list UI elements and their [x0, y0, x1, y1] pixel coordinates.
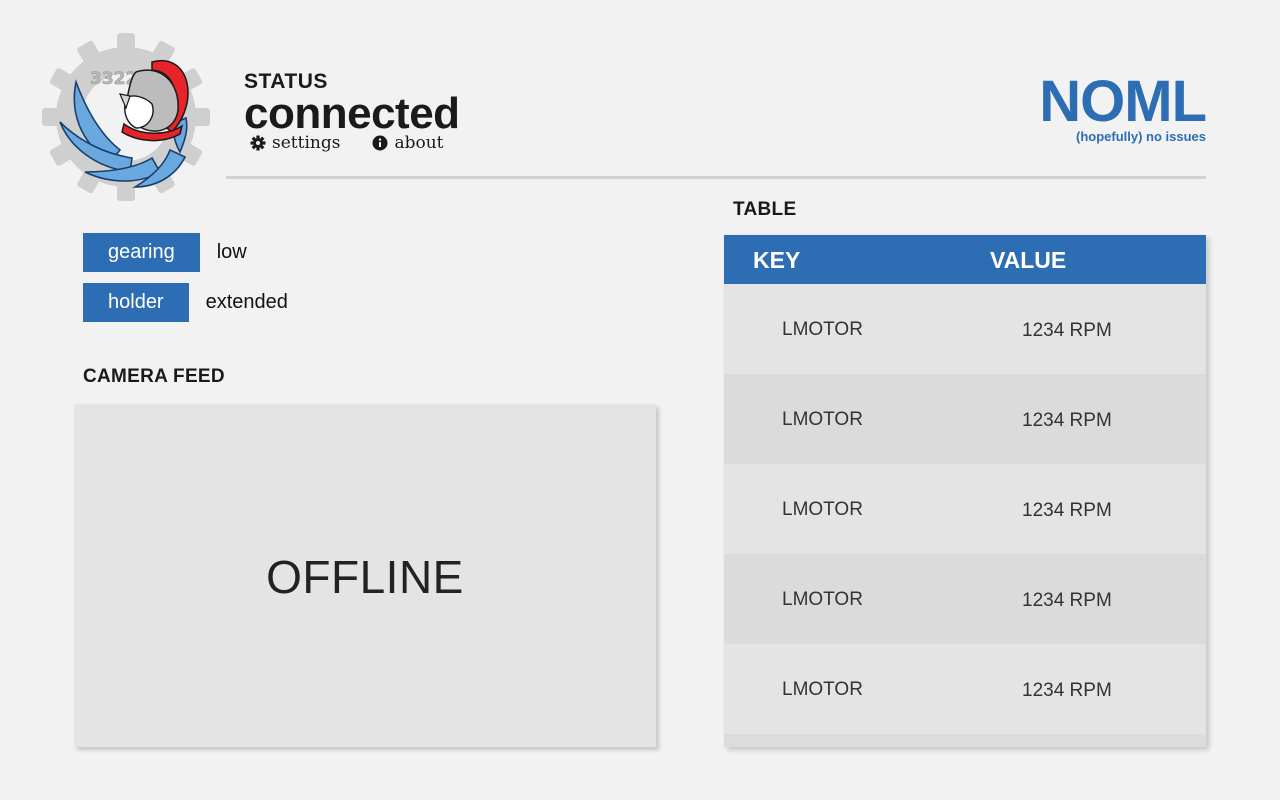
brand-name: NOML — [1039, 69, 1207, 134]
column-header-value: VALUE — [990, 247, 1067, 273]
camera-status: OFFLINE — [266, 550, 464, 603]
row-value: 1234 RPM — [1022, 320, 1112, 341]
row-key: LMOTOR — [782, 319, 863, 340]
data-table: KEY VALUE LMOTOR 1234 RPM LMOTOR 1234 RP… — [724, 235, 1206, 747]
control-gearing: gearing low — [83, 233, 247, 272]
row-value: 1234 RPM — [1022, 500, 1112, 521]
about-label: about — [394, 133, 444, 153]
camera-feed-title: CAMERA FEED — [83, 366, 225, 387]
control-tag: holder — [83, 283, 189, 322]
header-divider — [226, 176, 1206, 179]
connection-status: connected — [244, 89, 460, 138]
row-key: LMOTOR — [782, 589, 863, 610]
row-key: LMOTOR — [782, 499, 863, 520]
table-title: TABLE — [733, 199, 797, 220]
about-link[interactable]: about — [372, 133, 444, 153]
gear-icon — [250, 135, 266, 151]
row-value: 1234 RPM — [1022, 410, 1112, 431]
settings-link[interactable]: settings — [250, 133, 340, 153]
header-links: settings about — [250, 133, 444, 153]
settings-label: settings — [272, 133, 341, 153]
table-row: LMOTOR 1234 RPM — [724, 644, 1206, 734]
table-row: LMOTOR 1234 RPM — [724, 554, 1206, 644]
control-value: low — [216, 241, 247, 263]
column-header-key: KEY — [753, 247, 801, 273]
table-row: LMOTOR 1234 RPM — [724, 464, 1206, 554]
table-header: KEY VALUE — [724, 235, 1206, 284]
table-row: LMOTOR 1234 RPM — [724, 284, 1206, 374]
row-key: LMOTOR — [782, 409, 863, 430]
brand: NOML (hopefully) no issues — [1039, 69, 1207, 145]
team-logo: 3322 — [40, 32, 212, 202]
control-value: extended — [205, 291, 288, 313]
table-row: LMOTOR 1234 RPM — [724, 374, 1206, 464]
status-block: STATUS connected — [244, 70, 460, 138]
table-body: LMOTOR 1234 RPM LMOTOR 1234 RPM LMOTOR 1… — [724, 284, 1206, 734]
row-key: LMOTOR — [782, 679, 863, 700]
row-value: 1234 RPM — [1022, 590, 1112, 611]
info-icon — [372, 135, 388, 151]
control-holder: holder extended — [83, 283, 288, 322]
camera-feed: OFFLINE — [74, 404, 656, 747]
control-tag: gearing — [83, 233, 200, 272]
row-value: 1234 RPM — [1022, 680, 1112, 701]
